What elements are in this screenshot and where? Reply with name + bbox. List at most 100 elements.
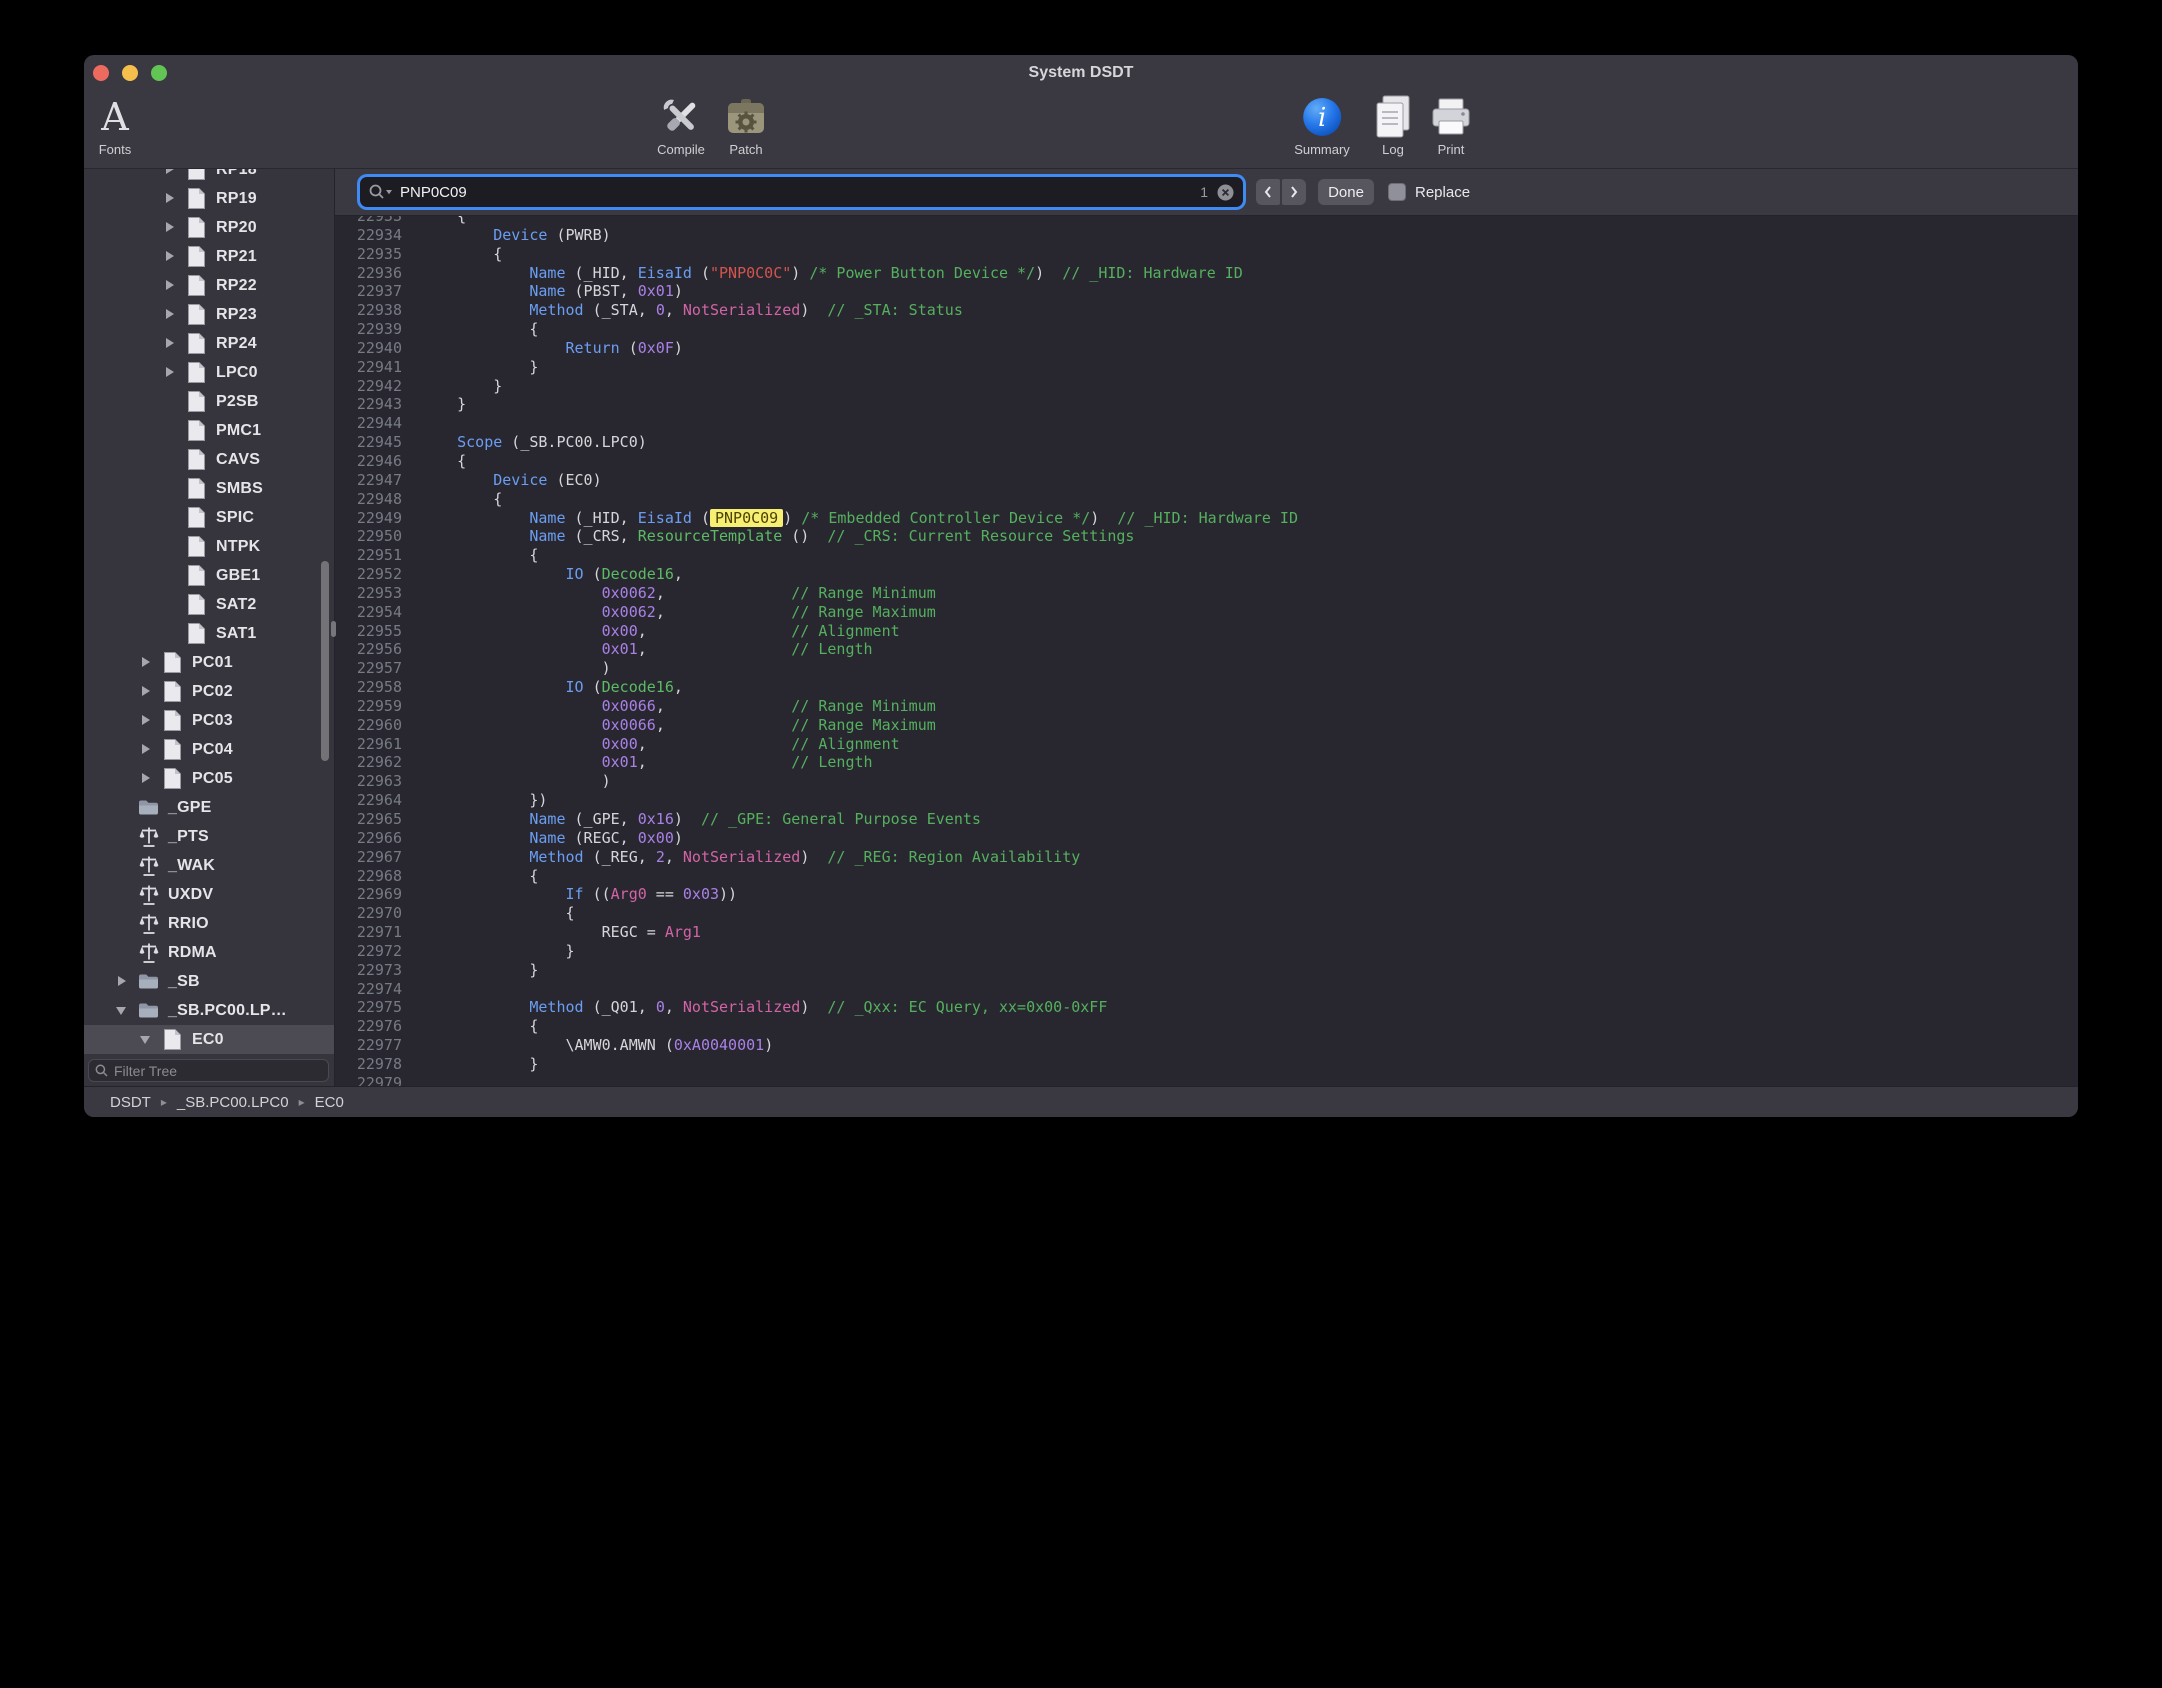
sidebar-item-_pts[interactable]: _PTS <box>84 822 334 851</box>
summary-button-label: Summary <box>1294 142 1350 157</box>
clear-search-button[interactable] <box>1217 184 1234 201</box>
pane-splitter-handle[interactable] <box>331 621 336 637</box>
code-line: 22972 } <box>335 942 2078 961</box>
print-button[interactable]: Print <box>1429 93 1473 157</box>
sidebar-item-smbs[interactable]: SMBS <box>84 474 334 503</box>
sidebar-item-rrio[interactable]: RRIO <box>84 909 334 938</box>
sidebar-item-rp23[interactable]: RP23 <box>84 300 334 329</box>
close-window-button[interactable] <box>93 65 109 81</box>
disclosure-right-icon[interactable] <box>113 967 137 996</box>
disclosure-down-icon[interactable] <box>137 1025 161 1054</box>
code-line: 22973 } <box>335 961 2078 980</box>
search-input[interactable]: PNP0C09 1 <box>360 177 1243 207</box>
sidebar-item-_sb-pc00-lp[interactable]: _SB.PC00.LP… <box>84 996 334 1025</box>
filter-tree-input[interactable]: Filter Tree <box>88 1059 329 1082</box>
sidebar-item-lpc0[interactable]: LPC0 <box>84 358 334 387</box>
sidebar-item-rp21[interactable]: RP21 <box>84 242 334 271</box>
sidebar-item-rp20[interactable]: RP20 <box>84 213 334 242</box>
sidebar-item-rp24[interactable]: RP24 <box>84 329 334 358</box>
find-previous-button[interactable] <box>1256 179 1280 205</box>
sidebar-item-sat1[interactable]: SAT1 <box>84 619 334 648</box>
code-line: 22976 { <box>335 1017 2078 1036</box>
disclosure-right-icon[interactable] <box>161 300 185 329</box>
line-number: 22946 <box>335 452 405 471</box>
sidebar-item-pc02[interactable]: PC02 <box>84 677 334 706</box>
disclosure-right-icon[interactable] <box>137 706 161 735</box>
sidebar-item-rp22[interactable]: RP22 <box>84 271 334 300</box>
sidebar-item-spic[interactable]: SPIC <box>84 503 334 532</box>
disclosure-right-icon[interactable] <box>137 735 161 764</box>
log-button[interactable]: Log <box>1373 93 1413 157</box>
disclosure-right-icon[interactable] <box>161 169 185 184</box>
fonts-button[interactable]: A Fonts <box>99 93 132 157</box>
sidebar-item-pc03[interactable]: PC03 <box>84 706 334 735</box>
sidebar-item-cavs[interactable]: CAVS <box>84 445 334 474</box>
code-line: 22977 \AMW0.AMWN (0xA0040001) <box>335 1036 2078 1055</box>
sidebar-item-_wak[interactable]: _WAK <box>84 851 334 880</box>
tree-item-label: PC02 <box>192 683 233 701</box>
sidebar-item-_gpe[interactable]: _GPE <box>84 793 334 822</box>
code-editor[interactable]: 22933 {22934 Device (PWRB)22935 {22936 N… <box>335 215 2078 1086</box>
disclosure-right-icon[interactable] <box>161 358 185 387</box>
sidebar-tree: RP18RP19RP20 RP21 RP22RP23RP24LPC0P2SBPMC1… <box>84 169 334 1054</box>
summary-button[interactable]: i Summary <box>1294 93 1350 157</box>
sidebar-item-ntpk[interactable]: NTPK <box>84 532 334 561</box>
patch-button[interactable]: Patch <box>724 93 768 157</box>
line-number: 22944 <box>335 414 405 433</box>
tree-item-label: RP21 <box>216 248 257 266</box>
code-line: 22958 IO (Decode16, <box>335 678 2078 697</box>
sidebar-item-uxdv[interactable]: UXDV <box>84 880 334 909</box>
zoom-window-button[interactable] <box>151 65 167 81</box>
replace-checkbox[interactable] <box>1388 183 1406 201</box>
line-number: 22940 <box>335 339 405 358</box>
document-icon <box>161 651 184 675</box>
disclosure-right-icon[interactable] <box>161 329 185 358</box>
minimize-window-button[interactable] <box>122 65 138 81</box>
disclosure-spacer <box>161 532 185 561</box>
code-line: 22941 } <box>335 358 2078 377</box>
sidebar-item-pc05[interactable]: PC05 <box>84 764 334 793</box>
disclosure-down-icon[interactable] <box>113 996 137 1025</box>
line-number: 22938 <box>335 301 405 320</box>
sidebar-item-pc04[interactable]: PC04 <box>84 735 334 764</box>
line-number: 22968 <box>335 867 405 886</box>
app-window: System DSDT A Fonts Compile <box>84 55 2078 1117</box>
disclosure-right-icon[interactable] <box>161 271 185 300</box>
disclosure-right-icon[interactable] <box>137 648 161 677</box>
line-number: 22977 <box>335 1036 405 1055</box>
disclosure-right-icon[interactable] <box>161 242 185 271</box>
find-next-button[interactable] <box>1282 179 1306 205</box>
disclosure-right-icon[interactable] <box>137 677 161 706</box>
sidebar-item-p2sb[interactable]: P2SB <box>84 387 334 416</box>
code-line: 22943 } <box>335 395 2078 414</box>
sidebar-item-rdma[interactable]: RDMA <box>84 938 334 967</box>
document-icon <box>161 680 184 704</box>
sidebar-item-gbe1[interactable]: GBE1 <box>84 561 334 590</box>
sidebar-item-sat2[interactable]: SAT2 <box>84 590 334 619</box>
disclosure-right-icon[interactable] <box>137 764 161 793</box>
disclosure-right-icon[interactable] <box>161 213 185 242</box>
document-icon <box>161 1028 184 1052</box>
sidebar-item-_sb[interactable]: _SB <box>84 967 334 996</box>
breadcrumb-item[interactable]: _SB.PC00.LPC0 <box>177 1094 289 1111</box>
line-number: 22973 <box>335 961 405 980</box>
breadcrumb-item[interactable]: EC0 <box>315 1094 344 1111</box>
sidebar-scrollbar[interactable] <box>321 561 329 761</box>
line-number: 22937 <box>335 282 405 301</box>
sidebar-item-rp18[interactable]: RP18 <box>84 169 334 184</box>
sidebar-item-pc01[interactable]: PC01 <box>84 648 334 677</box>
breadcrumb: DSDT▸_SB.PC00.LPC0▸EC0 <box>110 1094 344 1111</box>
code-line: 22979 <box>335 1074 2078 1086</box>
line-number: 22952 <box>335 565 405 584</box>
done-button[interactable]: Done <box>1318 179 1374 205</box>
code-line: 22935 { <box>335 245 2078 264</box>
line-number: 22934 <box>335 226 405 245</box>
compile-button[interactable]: Compile <box>657 93 705 157</box>
breadcrumb-item[interactable]: DSDT <box>110 1094 151 1111</box>
sidebar-item-pmc1[interactable]: PMC1 <box>84 416 334 445</box>
disclosure-right-icon[interactable] <box>161 184 185 213</box>
sidebar-item-rp19[interactable]: RP19 <box>84 184 334 213</box>
sidebar-item-ec0[interactable]: EC0 <box>84 1025 334 1054</box>
disclosure-spacer <box>113 793 137 822</box>
code-line: 22978 } <box>335 1055 2078 1074</box>
